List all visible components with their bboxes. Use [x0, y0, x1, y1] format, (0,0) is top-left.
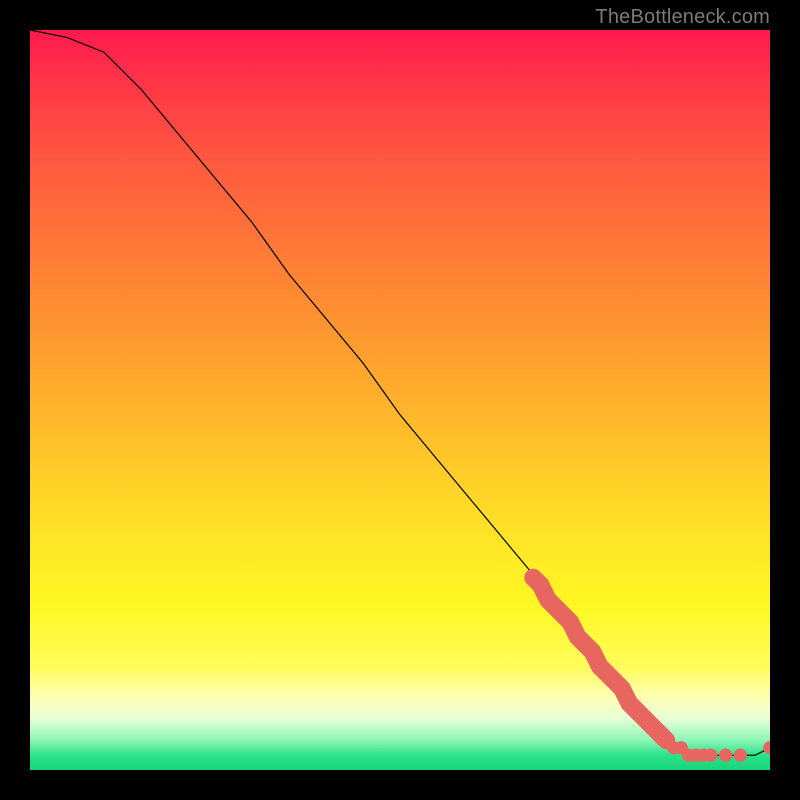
watermark-text: TheBottleneck.com — [595, 6, 770, 29]
plot-area — [30, 30, 770, 770]
data-point — [629, 703, 644, 718]
data-point — [533, 578, 548, 593]
bottleneck-curve — [30, 30, 770, 755]
data-point — [615, 681, 630, 696]
chart-svg — [30, 30, 770, 770]
data-point — [585, 644, 600, 659]
data-point — [734, 749, 747, 762]
data-point — [719, 749, 732, 762]
highlighted-points — [526, 570, 770, 762]
data-point — [704, 749, 717, 762]
chart-container: TheBottleneck.com — [0, 0, 800, 800]
data-point — [563, 615, 578, 630]
data-point — [763, 741, 770, 754]
